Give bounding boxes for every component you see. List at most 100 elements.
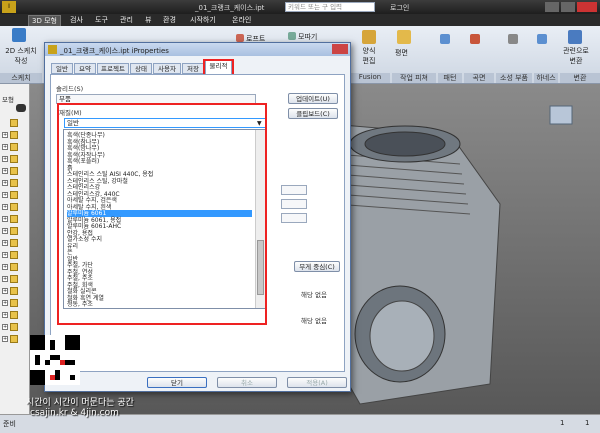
- tree-node[interactable]: +: [2, 334, 30, 344]
- surface-icon[interactable]: [470, 34, 480, 44]
- center-of-gravity-button[interactable]: 무게 중심(C): [294, 261, 340, 272]
- part-icon: [10, 119, 18, 127]
- menu-inspect[interactable]: 검사: [70, 15, 83, 25]
- chevron-down-icon[interactable]: ▼: [257, 120, 262, 127]
- pattern-icon[interactable]: [440, 34, 450, 44]
- search-input[interactable]: 키워드 또는 구 입력: [285, 2, 375, 12]
- tab-custom[interactable]: 사용자: [153, 63, 181, 74]
- menu-online[interactable]: 온라인: [232, 15, 251, 25]
- material-list-scrollbar[interactable]: [255, 130, 265, 308]
- tree-node[interactable]: +: [2, 322, 30, 332]
- expand-icon[interactable]: +: [2, 204, 8, 210]
- tree-root[interactable]: [2, 118, 30, 128]
- qr-code: [30, 335, 80, 385]
- clipboard-button[interactable]: 클립보드(C): [288, 108, 338, 119]
- convert-icon[interactable]: [568, 30, 582, 44]
- menu-manage[interactable]: 관리: [120, 15, 133, 25]
- dialog-close-icon[interactable]: [332, 44, 348, 54]
- tree-node[interactable]: +: [2, 286, 30, 296]
- login-link[interactable]: 로그인: [390, 3, 409, 13]
- dialog-title-bar[interactable]: _01_크랭크_케이스.ipt iProperties: [45, 43, 350, 56]
- expand-icon[interactable]: +: [2, 264, 8, 270]
- expand-icon[interactable]: +: [2, 168, 8, 174]
- tree-node[interactable]: +: [2, 214, 30, 224]
- expand-icon[interactable]: +: [2, 180, 8, 186]
- menu-tools[interactable]: 도구: [95, 15, 108, 25]
- ribbon-group-sheet-metal: 소성 부품: [496, 73, 532, 83]
- expand-icon[interactable]: +: [2, 240, 8, 246]
- material-list-item[interactable]: 청동, 주조: [67, 301, 252, 308]
- tree-node[interactable]: +: [2, 154, 30, 164]
- tree-node[interactable]: +: [2, 310, 30, 320]
- freeform-edit-button[interactable]: 양식 편집: [356, 46, 382, 66]
- sheet-metal-icon[interactable]: [508, 34, 518, 44]
- tree-node[interactable]: +: [2, 130, 30, 140]
- expand-icon[interactable]: +: [2, 228, 8, 234]
- binoculars-icon[interactable]: [16, 104, 26, 112]
- tab-summary[interactable]: 요약: [74, 63, 96, 74]
- chamfer-icon[interactable]: [288, 32, 296, 40]
- app-logo-icon[interactable]: I: [2, 1, 16, 13]
- tab-physical[interactable]: 물리적: [205, 60, 232, 74]
- expand-icon[interactable]: +: [2, 144, 8, 150]
- expand-icon[interactable]: +: [2, 300, 8, 306]
- plane-button[interactable]: 평면: [395, 48, 408, 58]
- menu-getting-started[interactable]: 시작하기: [190, 15, 216, 25]
- harness-icon[interactable]: [537, 34, 547, 44]
- solid-label: 솔리드(S): [56, 85, 84, 93]
- window-title: _01_크랭크_케이스.ipt: [195, 4, 265, 12]
- expand-icon[interactable]: +: [2, 324, 8, 330]
- expand-icon[interactable]: +: [2, 216, 8, 222]
- tree-node[interactable]: +: [2, 298, 30, 308]
- tab-general[interactable]: 일반: [51, 63, 73, 74]
- menu-environment[interactable]: 환경: [163, 15, 176, 25]
- viewcube-icon[interactable]: [549, 105, 573, 125]
- maximize-icon[interactable]: [561, 2, 575, 12]
- cancel-button[interactable]: 취소: [217, 377, 277, 388]
- tree-node[interactable]: +: [2, 238, 30, 248]
- tab-project[interactable]: 프로젝트: [97, 63, 129, 74]
- update-button[interactable]: 업데이트(U): [288, 93, 338, 104]
- menu-view[interactable]: 뷰: [145, 15, 151, 25]
- sketch-button[interactable]: 2D 스케치 작성: [2, 46, 40, 66]
- loft-icon[interactable]: [236, 34, 244, 42]
- expand-icon[interactable]: +: [2, 336, 8, 342]
- expand-icon[interactable]: +: [2, 276, 8, 282]
- expand-icon[interactable]: +: [2, 192, 8, 198]
- browser-header[interactable]: 모형: [2, 94, 14, 104]
- sketch-icon[interactable]: [12, 28, 26, 42]
- tree-node[interactable]: +: [2, 262, 30, 272]
- tab-status[interactable]: 상태: [130, 63, 152, 74]
- material-dropdown-list[interactable]: 흑색(단종나무) 흑색(참나무) 흑색(밤나무) 흑색(자작나무) 흑색(포플러) 흙 스테…: [63, 129, 266, 309]
- chamfer-button[interactable]: 모따기: [298, 32, 317, 42]
- close-dialog-button[interactable]: 닫기: [147, 377, 207, 388]
- minimize-icon[interactable]: [545, 2, 559, 12]
- tree-node[interactable]: +: [2, 190, 30, 200]
- expand-icon[interactable]: +: [2, 312, 8, 318]
- close-icon[interactable]: [577, 2, 597, 12]
- material-combo[interactable]: 일반: [64, 118, 267, 128]
- tree-node[interactable]: +: [2, 226, 30, 236]
- tree-node[interactable]: +: [2, 274, 30, 284]
- tab-save[interactable]: 저장: [182, 63, 204, 74]
- scrollbar-thumb[interactable]: [257, 240, 264, 295]
- dialog-icon: [48, 45, 57, 54]
- apply-button[interactable]: 적용(A): [287, 377, 347, 388]
- convert-button[interactable]: 관련으로 변환: [556, 46, 596, 66]
- tree-node[interactable]: +: [2, 178, 30, 188]
- expand-icon[interactable]: +: [2, 252, 8, 258]
- ribbon-group-fusion: Fusion: [350, 73, 390, 83]
- feature-icon: [10, 203, 18, 211]
- expand-icon[interactable]: +: [2, 156, 8, 162]
- tree-node[interactable]: +: [2, 166, 30, 176]
- expand-icon[interactable]: +: [2, 288, 8, 294]
- tree-node[interactable]: +: [2, 202, 30, 212]
- plane-icon[interactable]: [397, 30, 411, 44]
- feature-icon: [10, 227, 18, 235]
- property-field: [281, 199, 307, 209]
- tree-node[interactable]: +: [2, 250, 30, 260]
- solid-select[interactable]: 부품: [56, 94, 256, 104]
- expand-icon[interactable]: +: [2, 132, 8, 138]
- freeform-icon[interactable]: [362, 30, 376, 44]
- tree-node[interactable]: +: [2, 142, 30, 152]
